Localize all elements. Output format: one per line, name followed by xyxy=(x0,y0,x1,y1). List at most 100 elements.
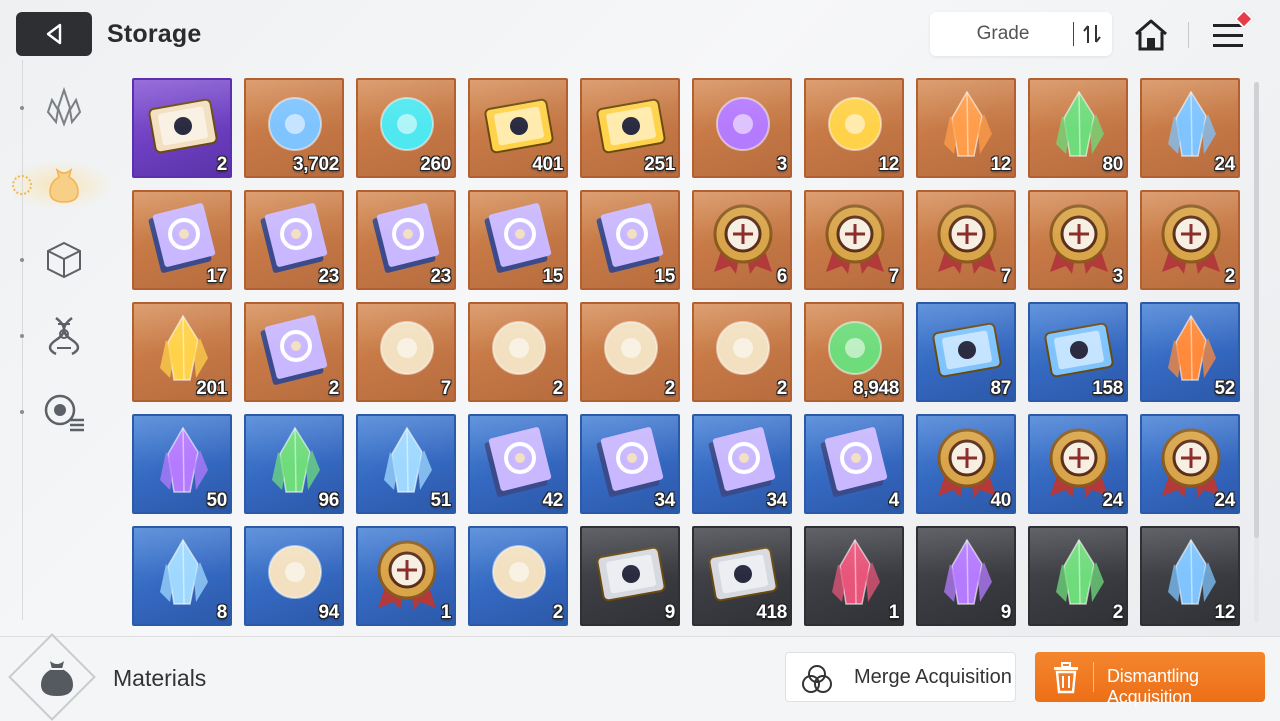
back-button[interactable] xyxy=(16,12,92,56)
item-count: 23 xyxy=(430,266,451,287)
materials-pouch-icon xyxy=(49,167,79,203)
item-slot[interactable]: 401 xyxy=(468,78,568,178)
item-slot[interactable]: 4 xyxy=(804,414,904,514)
sidebar-item-cube[interactable] xyxy=(40,236,88,284)
item-slot[interactable]: 94 xyxy=(244,526,344,626)
item-count: 251 xyxy=(644,154,675,175)
item-count: 260 xyxy=(420,154,451,175)
item-slot[interactable]: 7 xyxy=(356,302,456,402)
item-slot[interactable]: 2 xyxy=(244,302,344,402)
item-slot[interactable]: 2 xyxy=(468,302,568,402)
item-slot[interactable]: 260 xyxy=(356,78,456,178)
silver-id-ticket-icon xyxy=(596,546,666,602)
item-count: 12 xyxy=(990,154,1011,175)
sidebar-item-materials[interactable] xyxy=(40,160,88,208)
item-slot[interactable]: 87 xyxy=(916,302,1016,402)
orb-book-icon xyxy=(820,427,888,497)
item-count: 12 xyxy=(1214,602,1235,623)
item-slot[interactable]: 23 xyxy=(244,190,344,290)
item-count: 42 xyxy=(542,490,563,511)
item-slot[interactable]: 15 xyxy=(468,190,568,290)
item-slot[interactable]: 8,948 xyxy=(804,302,904,402)
item-slot[interactable]: 50 xyxy=(132,414,232,514)
item-slot[interactable]: 7 xyxy=(804,190,904,290)
sort-divider xyxy=(1073,22,1074,46)
sidebar-dot xyxy=(20,106,24,110)
merge-circles-icon xyxy=(802,665,832,693)
sidebar-item-dna[interactable] xyxy=(40,312,88,360)
item-count: 2 xyxy=(664,378,676,399)
item-count: 158 xyxy=(1092,378,1123,399)
item-slot[interactable]: 251 xyxy=(580,78,680,178)
home-icon[interactable] xyxy=(1132,16,1170,54)
grade-sort-label: Grade xyxy=(976,23,1030,44)
item-slot[interactable]: 3 xyxy=(692,78,792,178)
item-slot[interactable]: 418 xyxy=(692,526,792,626)
item-slot[interactable]: 42 xyxy=(468,414,568,514)
item-count: 2 xyxy=(776,378,788,399)
active-tab-indicator xyxy=(12,175,32,195)
sword-medal-icon xyxy=(713,204,773,274)
item-slot[interactable]: 2 xyxy=(468,526,568,626)
merge-acquisition-button[interactable]: Merge Acquisition xyxy=(785,652,1016,702)
item-slot[interactable]: 9 xyxy=(916,526,1016,626)
item-count: 34 xyxy=(766,490,787,511)
item-count: 24 xyxy=(1102,490,1123,511)
item-slot[interactable]: 24 xyxy=(1140,414,1240,514)
item-count: 6 xyxy=(776,266,788,287)
orange-crystal-icon xyxy=(944,90,992,157)
item-count: 15 xyxy=(542,266,563,287)
item-slot[interactable]: 2 xyxy=(1140,190,1240,290)
sidebar-item-module[interactable] xyxy=(40,388,88,436)
purple-crystal-icon xyxy=(944,538,992,605)
item-count: 418 xyxy=(756,602,787,623)
item-count: 2 xyxy=(552,378,564,399)
item-slot[interactable]: 34 xyxy=(692,414,792,514)
item-slot[interactable]: 40 xyxy=(916,414,1016,514)
scrollbar-thumb[interactable] xyxy=(1254,82,1259,538)
item-slot[interactable]: 7 xyxy=(916,190,1016,290)
item-slot[interactable]: 23 xyxy=(356,190,456,290)
page-title: Storage xyxy=(107,20,202,48)
item-count: 7 xyxy=(440,378,452,399)
item-slot[interactable]: 15 xyxy=(580,190,680,290)
item-slot[interactable]: 8 xyxy=(132,526,232,626)
item-slot[interactable]: 17 xyxy=(132,190,232,290)
item-count: 40 xyxy=(990,490,1011,511)
green-crystal-icon xyxy=(272,426,320,493)
item-slot[interactable]: 96 xyxy=(244,414,344,514)
item-slot[interactable]: 24 xyxy=(1140,78,1240,178)
item-slot[interactable]: 9 xyxy=(580,526,680,626)
module-list-icon xyxy=(44,394,84,432)
red-star-medal-icon xyxy=(377,540,437,610)
item-slot[interactable]: 24 xyxy=(1028,414,1128,514)
item-slot[interactable]: 2 xyxy=(692,302,792,402)
dismantling-acquisition-button[interactable]: Dismantling Acquisition xyxy=(1035,652,1265,707)
grade-sort-button[interactable]: Grade xyxy=(930,12,1112,56)
item-slot[interactable]: 51 xyxy=(356,414,456,514)
item-slot[interactable]: 3 xyxy=(1028,190,1128,290)
item-slot[interactable]: 2 xyxy=(132,78,232,178)
item-slot[interactable]: 12 xyxy=(916,78,1016,178)
item-slot[interactable]: 158 xyxy=(1028,302,1128,402)
item-slot[interactable]: 201 xyxy=(132,302,232,402)
item-slot[interactable]: 12 xyxy=(804,78,904,178)
header-divider xyxy=(1188,22,1189,48)
cube-icon xyxy=(47,241,81,279)
item-slot[interactable]: 2 xyxy=(580,302,680,402)
item-slot[interactable]: 52 xyxy=(1140,302,1240,402)
merge-acquisition-label: Merge Acquisition xyxy=(854,666,1012,688)
item-count: 50 xyxy=(206,490,227,511)
item-slot[interactable]: 2 xyxy=(1028,526,1128,626)
green-crystal-icon xyxy=(1056,538,1104,605)
item-slot[interactable]: 1 xyxy=(356,526,456,626)
item-slot[interactable]: 80 xyxy=(1028,78,1128,178)
item-slot[interactable]: 6 xyxy=(692,190,792,290)
sidebar-item-crystal[interactable] xyxy=(40,84,88,132)
item-slot[interactable]: 3,702 xyxy=(244,78,344,178)
lightning-medal-icon xyxy=(1049,204,1109,274)
item-slot[interactable]: 34 xyxy=(580,414,680,514)
item-slot[interactable]: 12 xyxy=(1140,526,1240,626)
sort-order-icon[interactable] xyxy=(1080,23,1104,45)
item-slot[interactable]: 1 xyxy=(804,526,904,626)
